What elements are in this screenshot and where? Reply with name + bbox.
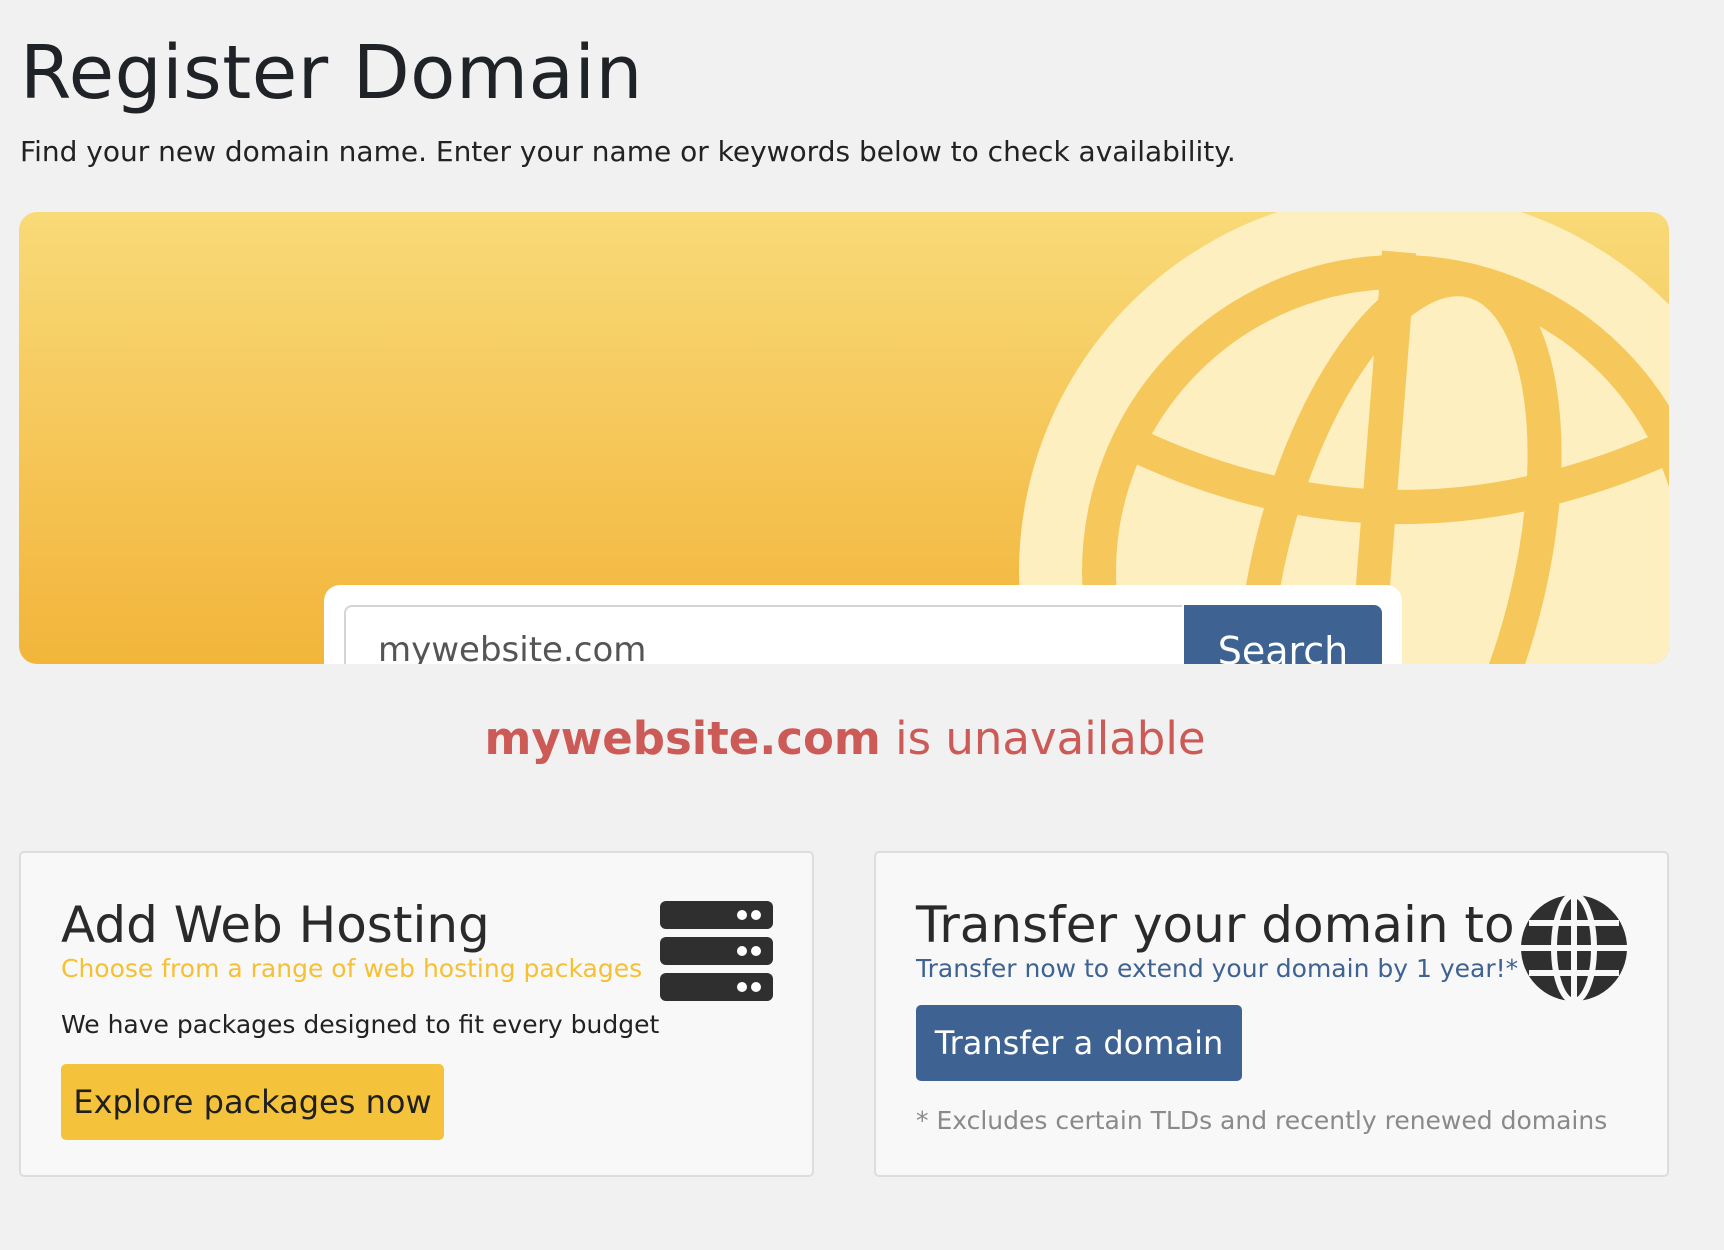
transfer-domain-button[interactable]: Transfer a domain <box>916 1005 1242 1081</box>
transfer-footnote: * Excludes certain TLDs and recently ren… <box>916 1106 1608 1135</box>
hosting-card-title: Add Web Hosting <box>61 896 490 954</box>
domain-search-input[interactable] <box>344 605 1182 664</box>
explore-packages-button[interactable]: Explore packages now <box>61 1064 444 1140</box>
transfer-domain-card: Transfer your domain to us Transfer now … <box>874 851 1669 1177</box>
result-domain: mywebsite.com <box>484 712 881 765</box>
page-subtitle: Find your new domain name. Enter your na… <box>20 135 1236 168</box>
domain-search-banner: Search <box>19 212 1669 664</box>
hosting-card-tagline: Choose from a range of web hosting packa… <box>61 954 643 983</box>
search-box: Search <box>324 585 1402 664</box>
result-status: is unavailable <box>880 712 1206 765</box>
page-title: Register Domain <box>20 30 643 116</box>
availability-result: mywebsite.com is unavailable <box>0 710 1690 768</box>
server-icon <box>660 901 773 1001</box>
hosting-card-description: We have packages designed to fit every b… <box>61 1010 660 1039</box>
globe-icon <box>1521 893 1627 1003</box>
transfer-card-title: Transfer your domain to us <box>916 896 1589 954</box>
transfer-card-tagline: Transfer now to extend your domain by 1 … <box>916 954 1519 983</box>
web-hosting-card: Add Web Hosting Choose from a range of w… <box>19 851 814 1177</box>
search-button[interactable]: Search <box>1184 605 1382 664</box>
